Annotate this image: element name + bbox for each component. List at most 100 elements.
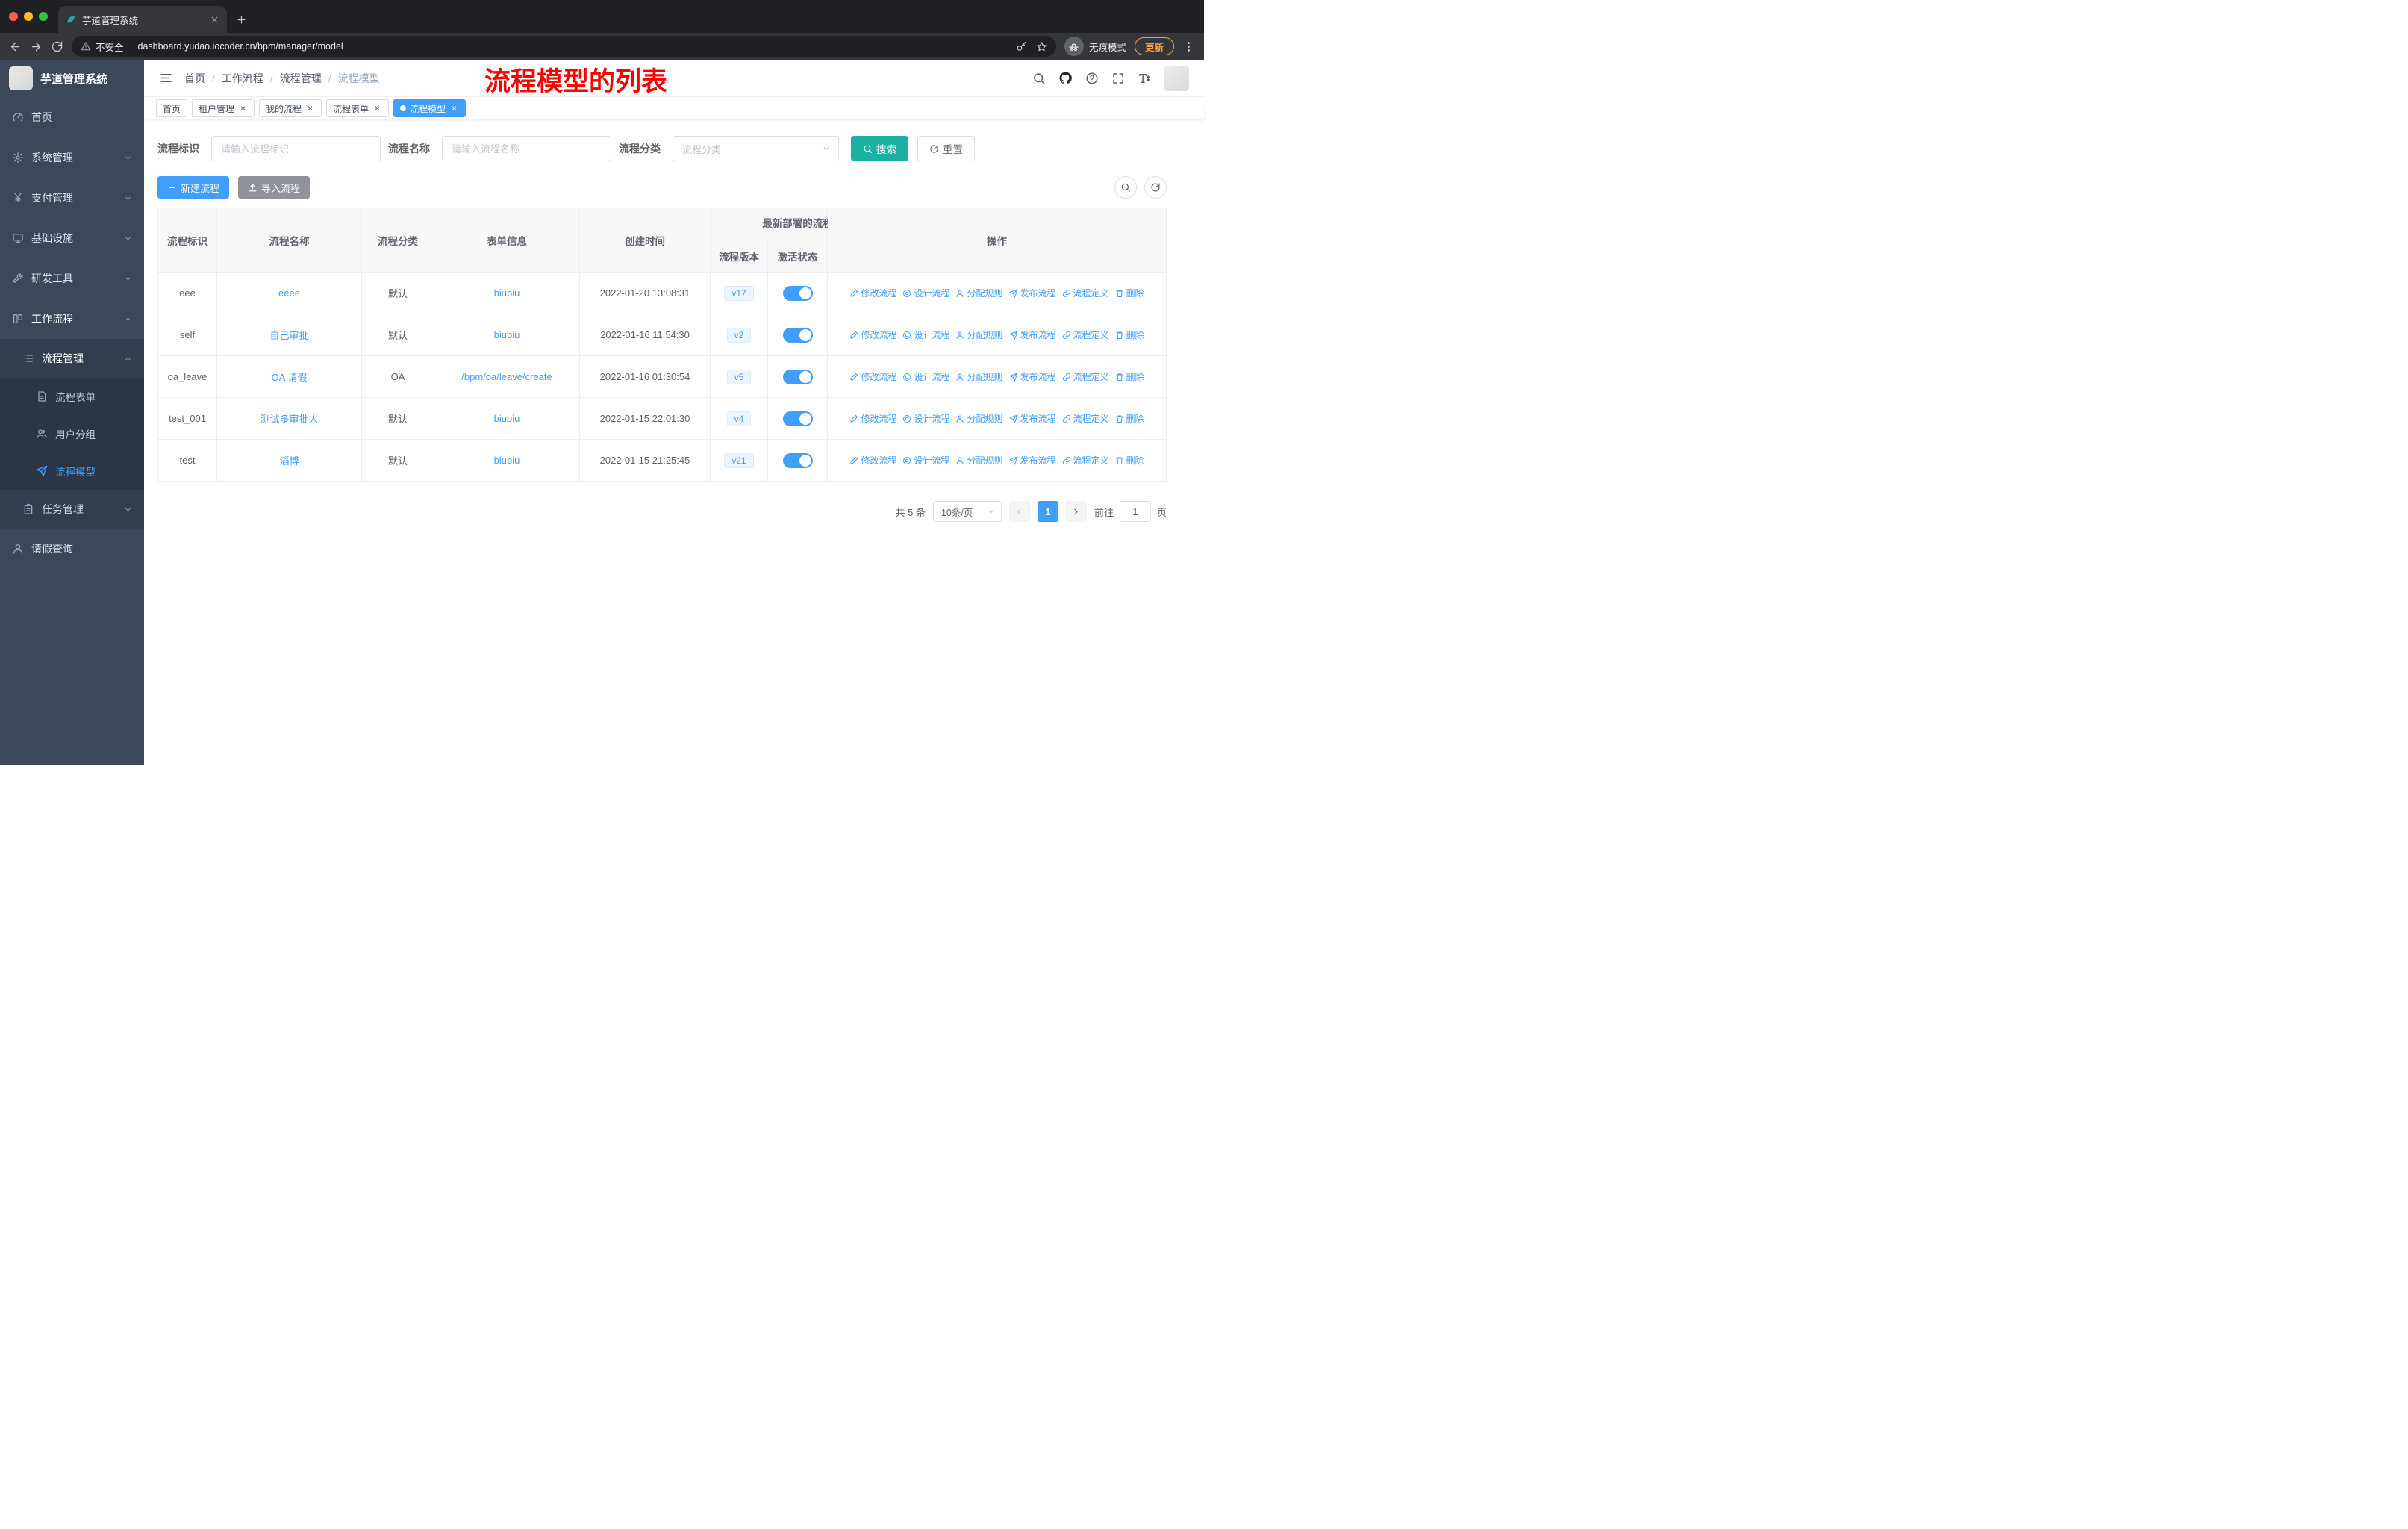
action-process-definition[interactable]: 流程定义 xyxy=(1062,454,1109,467)
tag-close-icon[interactable]: × xyxy=(372,103,382,113)
action-delete-process[interactable]: 删除 xyxy=(1115,370,1144,383)
action-assign-rule[interactable]: 分配规则 xyxy=(955,328,1003,341)
action-delete-process[interactable]: 删除 xyxy=(1115,287,1144,299)
process-name-link[interactable]: OA 请假 xyxy=(272,372,308,383)
action-edit-process[interactable]: 修改流程 xyxy=(849,287,896,299)
action-assign-rule[interactable]: 分配规则 xyxy=(955,412,1003,425)
sidebar-item-process-form[interactable]: 流程表单 xyxy=(0,378,144,415)
action-edit-process[interactable]: 修改流程 xyxy=(849,412,896,425)
process-id-input[interactable] xyxy=(211,136,381,161)
form-info-link[interactable]: biubiu xyxy=(494,329,520,340)
category-select[interactable]: 流程分类 xyxy=(673,136,839,161)
process-name-link[interactable]: 自己审批 xyxy=(269,330,308,341)
action-process-definition[interactable]: 流程定义 xyxy=(1062,287,1109,299)
action-publish-process[interactable]: 发布流程 xyxy=(1009,328,1056,341)
sidebar-item-user-group[interactable]: 用户分组 xyxy=(0,415,144,452)
action-publish-process[interactable]: 发布流程 xyxy=(1009,454,1056,467)
breadcrumb-item[interactable]: 首页 xyxy=(184,71,205,86)
sidebar-item-payment-mgmt[interactable]: 支付管理 xyxy=(0,178,144,218)
process-name-link[interactable]: eeee xyxy=(278,287,300,299)
tag-close-icon[interactable]: × xyxy=(238,103,248,113)
page-size-select[interactable]: 10条/页 xyxy=(932,501,1002,522)
action-edit-process[interactable]: 修改流程 xyxy=(849,370,896,383)
import-process-button[interactable]: 导入流程 xyxy=(238,176,311,199)
action-design-process[interactable]: 设计流程 xyxy=(902,328,949,341)
action-design-process[interactable]: 设计流程 xyxy=(902,370,949,383)
window-zoom-button[interactable] xyxy=(39,12,48,21)
sidebar-item-home[interactable]: 首页 xyxy=(0,97,144,137)
search-button[interactable]: 搜索 xyxy=(851,136,908,161)
form-info-link[interactable]: /bpm/oa/leave/create xyxy=(461,371,552,382)
breadcrumb-item[interactable]: 工作流程 xyxy=(222,71,263,86)
view-tag-process-form[interactable]: 流程表单 × xyxy=(326,99,390,117)
security-chip[interactable]: 不安全 xyxy=(81,40,124,54)
refresh-table-button[interactable] xyxy=(1144,176,1167,199)
user-avatar[interactable] xyxy=(1164,65,1189,91)
create-process-button[interactable]: 新建流程 xyxy=(157,176,230,199)
new-tab-button[interactable] xyxy=(236,14,247,25)
breadcrumb-item[interactable]: 流程管理 xyxy=(280,71,322,86)
prev-page-button[interactable] xyxy=(1008,501,1030,522)
app-logo-row[interactable]: 芋道管理系统 xyxy=(0,60,144,97)
goto-page-input[interactable] xyxy=(1119,501,1151,522)
action-delete-process[interactable]: 删除 xyxy=(1115,412,1144,425)
action-design-process[interactable]: 设计流程 xyxy=(902,412,949,425)
status-toggle[interactable] xyxy=(782,327,813,343)
action-publish-process[interactable]: 发布流程 xyxy=(1009,412,1056,425)
back-button[interactable] xyxy=(9,40,22,53)
status-toggle[interactable] xyxy=(782,452,813,468)
reload-button[interactable] xyxy=(51,40,63,53)
sidebar-toggle-button[interactable] xyxy=(159,71,173,85)
view-tag-tenant-mgmt[interactable]: 租户管理 × xyxy=(192,99,255,117)
sidebar-item-infrastructure[interactable]: 基础设施 xyxy=(0,218,144,258)
next-page-button[interactable] xyxy=(1065,501,1087,522)
form-info-link[interactable]: biubiu xyxy=(494,287,520,299)
font-size-icon[interactable] xyxy=(1138,72,1151,85)
action-process-definition[interactable]: 流程定义 xyxy=(1062,412,1109,425)
action-publish-process[interactable]: 发布流程 xyxy=(1009,370,1056,383)
browser-tab[interactable]: 芋道管理系统 xyxy=(58,6,227,33)
url-bar[interactable]: 不安全 dashboard.yudao.iocoder.cn/bpm/manag… xyxy=(72,36,1056,57)
page-number-1[interactable]: 1 xyxy=(1037,501,1058,522)
reset-button[interactable]: 重置 xyxy=(917,136,975,161)
sidebar-item-process-mgmt[interactable]: 流程管理 xyxy=(0,339,144,378)
tag-close-icon[interactable]: × xyxy=(449,103,459,113)
sidebar-item-system-mgmt[interactable]: 系统管理 xyxy=(0,137,144,178)
form-info-link[interactable]: biubiu xyxy=(494,413,520,424)
action-edit-process[interactable]: 修改流程 xyxy=(849,328,896,341)
action-process-definition[interactable]: 流程定义 xyxy=(1062,370,1109,383)
tab-close-icon[interactable] xyxy=(210,15,219,25)
action-delete-process[interactable]: 删除 xyxy=(1115,454,1144,467)
process-name-input[interactable] xyxy=(442,136,611,161)
fullscreen-icon[interactable] xyxy=(1111,72,1125,85)
action-publish-process[interactable]: 发布流程 xyxy=(1009,287,1056,299)
status-toggle[interactable] xyxy=(782,411,813,426)
sidebar-item-workflow[interactable]: 工作流程 xyxy=(0,299,144,339)
action-assign-rule[interactable]: 分配规则 xyxy=(955,287,1003,299)
github-icon[interactable] xyxy=(1058,71,1073,85)
process-name-link[interactable]: 测试多审批人 xyxy=(260,414,318,425)
view-tag-my-process[interactable]: 我的流程 × xyxy=(259,99,322,117)
process-name-link[interactable]: 滔博 xyxy=(279,455,299,467)
window-minimize-button[interactable] xyxy=(24,12,33,21)
bookmark-star-icon[interactable] xyxy=(1036,41,1047,52)
action-design-process[interactable]: 设计流程 xyxy=(902,287,949,299)
action-assign-rule[interactable]: 分配规则 xyxy=(955,454,1003,467)
sidebar-item-devtools[interactable]: 研发工具 xyxy=(0,258,144,299)
header-search-icon[interactable] xyxy=(1032,72,1046,85)
sidebar-item-process-model[interactable]: 流程模型 xyxy=(0,452,144,490)
form-info-link[interactable]: biubiu xyxy=(494,455,520,466)
password-manager-icon[interactable] xyxy=(1016,41,1027,52)
action-delete-process[interactable]: 删除 xyxy=(1115,328,1144,341)
sidebar-item-task-mgmt[interactable]: 任务管理 xyxy=(0,490,144,529)
tag-close-icon[interactable]: × xyxy=(305,103,315,113)
action-process-definition[interactable]: 流程定义 xyxy=(1062,328,1109,341)
view-tag-home[interactable]: 首页 xyxy=(156,99,188,117)
browser-menu-icon[interactable] xyxy=(1182,40,1195,53)
action-assign-rule[interactable]: 分配规则 xyxy=(955,370,1003,383)
status-toggle[interactable] xyxy=(782,285,813,301)
action-design-process[interactable]: 设计流程 xyxy=(902,454,949,467)
help-icon[interactable] xyxy=(1085,72,1099,85)
update-button[interactable]: 更新 xyxy=(1134,37,1174,55)
forward-button[interactable] xyxy=(30,40,43,53)
